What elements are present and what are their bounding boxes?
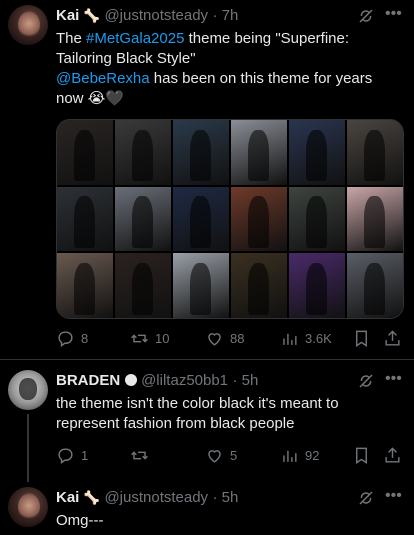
views-icon (283, 450, 297, 462)
media-thumbnail[interactable] (289, 253, 345, 318)
tweet-text: Omg--- (56, 512, 104, 529)
views-button[interactable]: 3.6K (280, 329, 332, 348)
avatar[interactable] (8, 370, 48, 410)
media-thumbnail[interactable] (231, 120, 287, 185)
handle[interactable]: @justnotsteady (104, 7, 208, 24)
share-icon[interactable] (383, 446, 402, 470)
like-button[interactable]: 5 (205, 446, 237, 465)
divider (0, 359, 414, 360)
grok-icon[interactable] (357, 489, 375, 512)
avatar[interactable] (8, 5, 48, 45)
handle[interactable]: @justnotsteady (104, 489, 208, 506)
reply-count: 1 (81, 448, 89, 463)
more-icon[interactable]: ••• (385, 370, 402, 388)
display-name[interactable]: Kai (56, 7, 79, 24)
retweet-button[interactable]: 10 (130, 329, 169, 348)
avatar[interactable] (8, 487, 48, 527)
more-icon[interactable]: ••• (385, 487, 402, 505)
grok-icon[interactable] (357, 372, 375, 395)
bookmark-icon[interactable] (352, 329, 371, 353)
display-name[interactable]: Kai (56, 489, 79, 506)
thread-line (27, 414, 29, 482)
media-thumbnail[interactable] (289, 186, 345, 252)
tweet-text: The #MetGala2025 theme being "Superfine:… (56, 29, 401, 109)
bookmark-icon[interactable] (352, 446, 371, 470)
tweet-header: Kai 🦴 @justnotsteady · 5h (56, 489, 238, 507)
reply-button[interactable]: 8 (56, 329, 88, 348)
handle[interactable]: @liltaz50bb1 (141, 372, 228, 389)
media-thumbnail[interactable] (173, 120, 229, 185)
like-count: 5 (230, 448, 238, 463)
like-button[interactable]: 88 (205, 329, 244, 348)
media-thumbnail[interactable] (347, 253, 403, 318)
media-thumbnail[interactable] (347, 186, 403, 252)
retweet-count: 10 (155, 331, 170, 346)
name-emoji: 🦴 (83, 490, 100, 505)
tweet-text: the theme isn't the color black it's mea… (56, 395, 339, 432)
like-icon (208, 450, 221, 463)
media-thumbnail[interactable] (347, 120, 403, 185)
share-icon[interactable] (383, 329, 402, 353)
face-icon (124, 374, 137, 386)
views-icon (283, 333, 297, 345)
media-thumbnail[interactable] (173, 186, 229, 252)
tweet-header: BRADEN @liltaz50bb1 · 5h (56, 372, 258, 390)
text-segment: The (56, 30, 87, 47)
media-thumbnail[interactable] (231, 253, 287, 318)
timestamp[interactable]: · 5h (213, 489, 239, 506)
emoji-text: 😭🖤 (87, 90, 124, 107)
hashtag-link[interactable]: #MetGala2025 (86, 30, 184, 47)
reply-icon (58, 331, 73, 348)
media-grid[interactable] (56, 119, 404, 319)
media-thumbnail[interactable] (57, 186, 113, 252)
media-thumbnail[interactable] (173, 253, 229, 318)
view-count: 92 (305, 448, 320, 463)
name-emoji: 🦴 (83, 8, 100, 23)
retweet-button[interactable] (130, 446, 155, 465)
like-count: 88 (230, 331, 245, 346)
retweet-icon (131, 334, 148, 343)
timestamp[interactable]: · 7h (213, 7, 239, 24)
more-icon[interactable]: ••• (385, 5, 402, 23)
media-thumbnail[interactable] (115, 120, 171, 185)
display-name[interactable]: BRADEN (56, 372, 120, 389)
timestamp[interactable]: · 5h (232, 372, 258, 389)
like-icon (208, 333, 221, 346)
reply-icon (58, 448, 73, 465)
media-thumbnail[interactable] (231, 186, 287, 252)
media-thumbnail[interactable] (115, 253, 171, 318)
media-thumbnail[interactable] (115, 186, 171, 252)
media-thumbnail[interactable] (57, 253, 113, 318)
media-thumbnail[interactable] (57, 120, 113, 185)
grok-icon[interactable] (357, 7, 375, 30)
mention-link[interactable]: @BebeRexha (56, 70, 150, 87)
media-thumbnail[interactable] (289, 120, 345, 185)
reply-count: 8 (81, 331, 89, 346)
views-button[interactable]: 92 (280, 446, 319, 465)
tweet-header: Kai 🦴 @justnotsteady · 7h (56, 7, 238, 25)
view-count: 3.6K (305, 331, 332, 346)
retweet-icon (131, 451, 148, 460)
reply-button[interactable]: 1 (56, 446, 88, 465)
